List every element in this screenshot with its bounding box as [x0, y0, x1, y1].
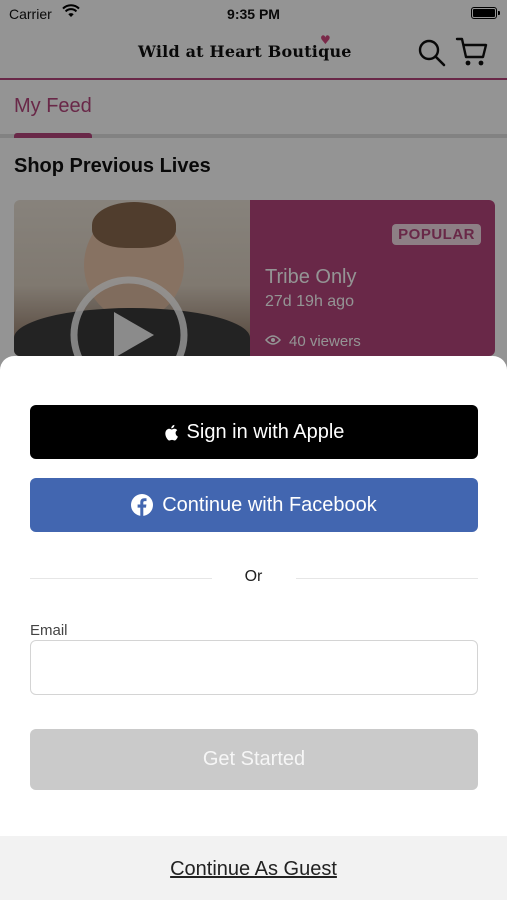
continue-as-guest-link[interactable]: Continue As Guest: [0, 858, 507, 881]
get-started-button[interactable]: Get Started: [30, 729, 478, 790]
apple-icon: [164, 424, 178, 441]
continue-facebook-button[interactable]: Continue with Facebook: [30, 478, 478, 532]
email-label: Email: [30, 622, 68, 639]
or-separator: Or: [244, 568, 263, 585]
facebook-icon: [131, 494, 154, 516]
sign-in-sheet: Sign in with Apple Continue with Faceboo…: [0, 356, 507, 900]
guest-bar: Continue As Guest: [0, 836, 507, 900]
divider-right: [296, 578, 478, 579]
apple-button-label: Sign in with Apple: [186, 420, 345, 443]
facebook-button-label: Continue with Facebook: [162, 493, 377, 516]
email-field[interactable]: [30, 640, 478, 695]
sign-in-apple-button[interactable]: Sign in with Apple: [30, 405, 478, 459]
